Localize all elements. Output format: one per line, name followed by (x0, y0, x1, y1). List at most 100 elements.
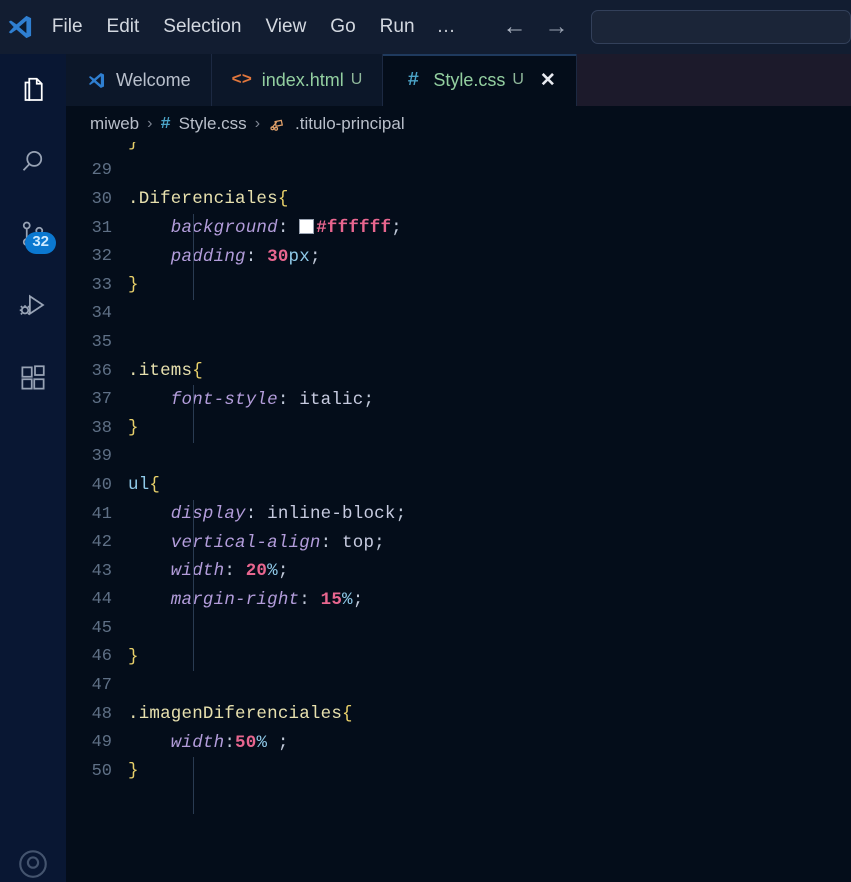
menu-run[interactable]: Run (368, 12, 427, 43)
indent-guide (193, 499, 194, 672)
line-number: 45 (91, 618, 112, 638)
token-punc: : (245, 246, 268, 267)
sidebar-item-run-and-debug[interactable] (0, 270, 66, 342)
code-line: 41 display: inline-block; (66, 500, 851, 529)
menu-view[interactable]: View (253, 12, 318, 43)
menu-bar: File Edit Selection View Go Run … (40, 12, 467, 43)
indent-guide (193, 385, 194, 443)
token-punc: ; (352, 589, 364, 610)
code-text: width: 20%; (128, 561, 289, 581)
code-text: vertical-align: top; (128, 533, 385, 553)
token-num: 15 (320, 589, 343, 610)
token-brace: { (149, 475, 161, 496)
line-number: 37 (91, 390, 112, 410)
sidebar-item-source-control[interactable]: 32 (0, 198, 66, 270)
menu-go[interactable]: Go (318, 12, 367, 43)
menu-edit[interactable]: Edit (95, 12, 152, 43)
tab-label: Welcome (116, 69, 191, 90)
token-punc: ; (267, 732, 289, 753)
token-prop: vertical-align (128, 532, 321, 553)
title-bar: File Edit Selection View Go Run … ← → (0, 0, 851, 54)
breadcrumb-item-symbol[interactable]: .titulo-principal (295, 114, 405, 134)
code-editor[interactable]: } 29 30 .Diferenciales{31 background: #ffff… (66, 142, 851, 882)
tab-style-css[interactable]: # Style.css U ✕ (383, 54, 577, 106)
token-punc: : (277, 218, 300, 239)
tab-label: Style.css (433, 69, 506, 90)
breadcrumb-item-file[interactable]: Style.css (179, 114, 247, 134)
sidebar-item-explorer[interactable] (0, 54, 66, 126)
code-text: width:50% ; (128, 733, 289, 753)
menu-more-icon[interactable]: … (427, 12, 467, 43)
token-prop: width (128, 561, 225, 582)
token-punc: ; (391, 218, 402, 239)
line-number: 33 (91, 275, 112, 295)
token-unit: % (267, 561, 278, 582)
indent-guide (193, 757, 194, 815)
indent-guide (193, 213, 194, 300)
sidebar-item-extensions[interactable] (0, 342, 66, 414)
sidebar-item-accounts[interactable] (0, 836, 66, 882)
run-debug-icon (18, 291, 48, 321)
line-number: 38 (91, 418, 112, 438)
code-text: display: inline-block; (128, 504, 406, 524)
token-prop: width (128, 732, 225, 753)
code-line: 38} (66, 414, 851, 443)
token-punc: ; (309, 246, 321, 267)
extensions-icon (18, 363, 48, 393)
go-forward-icon[interactable]: → (545, 15, 569, 39)
token-unit: px (288, 246, 310, 267)
sidebar-item-search[interactable] (0, 126, 66, 198)
tab-index-html[interactable]: <> index.html U (211, 54, 384, 106)
color-swatch[interactable] (299, 219, 315, 235)
breadcrumb-item-folder[interactable]: miweb (90, 114, 139, 134)
token-punc: ; (374, 532, 385, 553)
command-center-search-input[interactable] (590, 10, 851, 44)
token-brace: } (128, 275, 139, 296)
go-back-icon[interactable]: ← (503, 15, 527, 39)
line-number: 39 (91, 447, 112, 467)
line-number: 44 (91, 590, 112, 610)
line-number: 35 (91, 332, 112, 352)
source-control-badge: 32 (25, 232, 56, 254)
token-punc: : (320, 532, 343, 553)
token-punc: ; (395, 504, 407, 525)
token-punc: : (245, 504, 268, 525)
code-line: 34 (66, 300, 851, 329)
vscode-logo-icon (0, 0, 40, 54)
code-line: 31 background: #ffffff; (66, 214, 851, 243)
token-brace: } (128, 142, 139, 153)
code-lines: } 29 30 .Diferenciales{31 background: #ffff… (66, 142, 851, 815)
line-number: 36 (91, 361, 112, 381)
line-number: 31 (91, 218, 112, 238)
search-icon (18, 147, 48, 177)
token-num: 20 (245, 561, 268, 582)
line-number: 29 (91, 161, 112, 181)
token-elem: ul (128, 475, 150, 496)
line-number: 48 (91, 704, 112, 724)
vscode-window: File Edit Selection View Go Run … ← → 32… (0, 0, 851, 882)
token-brace: } (128, 761, 139, 782)
css-icon: # (407, 69, 420, 91)
token-unit: % (256, 732, 268, 753)
breadcrumb: miweb › # Style.css › .titulo-principal (66, 106, 851, 142)
menu-selection[interactable]: Selection (151, 12, 253, 43)
tab-bar-empty-space (576, 54, 851, 106)
breadcrumb-separator: › (147, 115, 153, 132)
code-text: } (128, 275, 139, 295)
code-line: 35 (66, 328, 851, 357)
line-number: 34 (91, 304, 112, 324)
code-text: margin-right: 15%; (128, 590, 363, 610)
line-number: 50 (91, 761, 112, 781)
close-icon[interactable]: ✕ (540, 71, 556, 90)
code-line: 45 (66, 614, 851, 643)
navigation-arrows: ← → (503, 15, 569, 39)
token-punc: ; (363, 389, 375, 410)
line-number: 49 (91, 733, 112, 753)
line-number: 41 (91, 504, 112, 524)
line-number: 47 (91, 676, 112, 696)
token-val: top (342, 532, 375, 553)
menu-file[interactable]: File (40, 12, 95, 43)
token-punc: : (299, 589, 321, 610)
tab-welcome[interactable]: Welcome (66, 54, 212, 106)
token-prop: padding (128, 246, 246, 267)
